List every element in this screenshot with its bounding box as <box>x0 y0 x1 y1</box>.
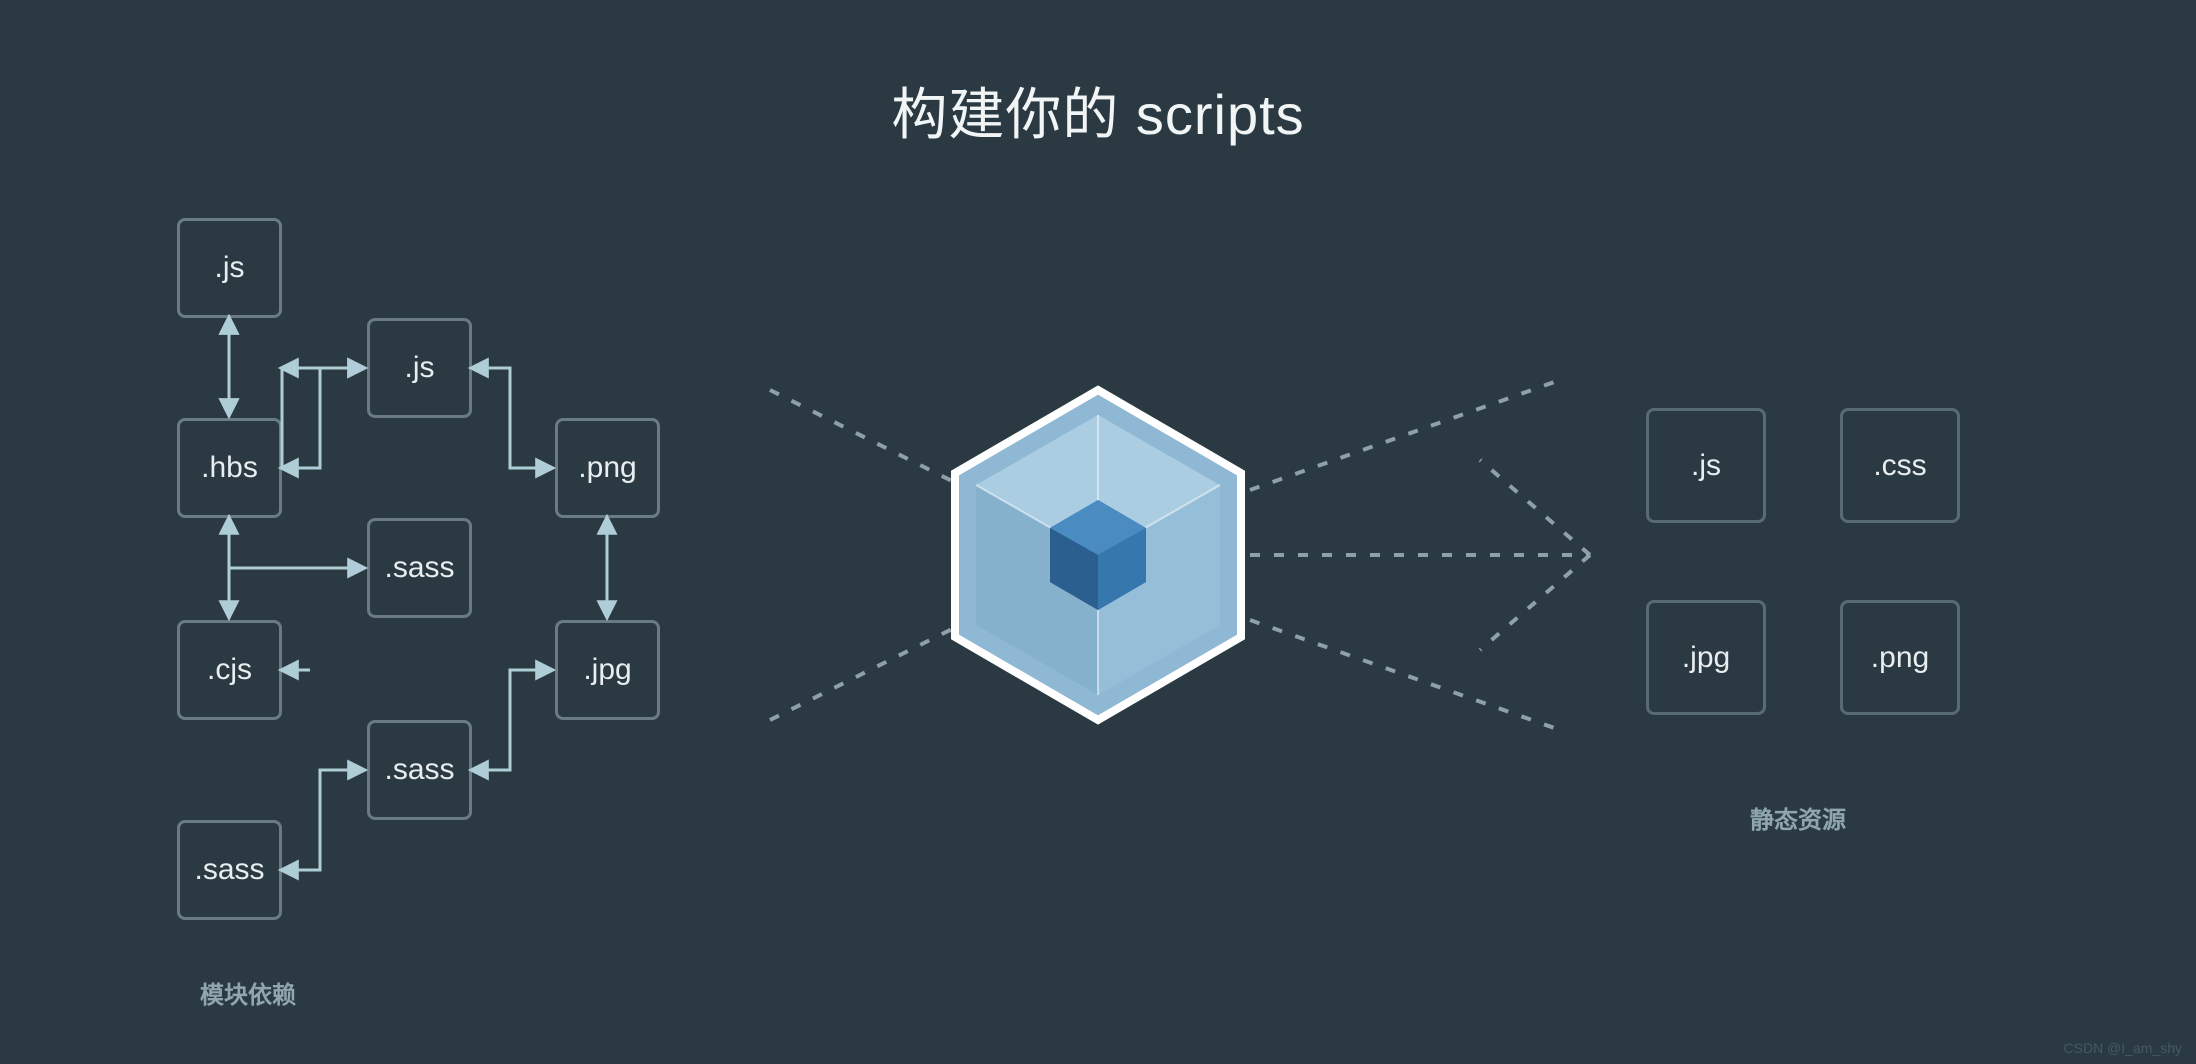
node-js-top: .js <box>177 218 282 318</box>
output-png: .png <box>1840 600 1960 715</box>
node-label: .sass <box>384 753 454 787</box>
node-label: .hbs <box>201 451 258 485</box>
diagram-svg-layer <box>0 0 2196 1064</box>
diagram-title: 构建你的 scripts <box>0 70 2196 151</box>
node-label: .css <box>1873 449 1926 483</box>
node-sass-1: .sass <box>367 518 472 618</box>
node-cjs: .cjs <box>177 620 282 720</box>
node-label: .sass <box>194 853 264 887</box>
node-js-2: .js <box>367 318 472 418</box>
output-jpg: .jpg <box>1646 600 1766 715</box>
output-css: .css <box>1840 408 1960 523</box>
node-hbs: .hbs <box>177 418 282 518</box>
node-sass-2: .sass <box>367 720 472 820</box>
node-label: .js <box>215 251 245 285</box>
node-label: .png <box>1871 641 1929 675</box>
node-label: .sass <box>384 551 454 585</box>
webpack-cube-icon <box>955 390 1241 720</box>
node-sass-3: .sass <box>177 820 282 920</box>
node-png: .png <box>555 418 660 518</box>
output-js: .js <box>1646 408 1766 523</box>
node-jpg: .jpg <box>555 620 660 720</box>
node-label: .cjs <box>207 653 252 687</box>
node-label: .jpg <box>583 653 631 687</box>
node-label: .js <box>405 351 435 385</box>
node-label: .js <box>1691 449 1721 483</box>
watermark: CSDN @I_am_shy <box>2064 1040 2182 1056</box>
right-section-label: 静态资源 <box>1750 800 1846 835</box>
node-label: .jpg <box>1682 641 1730 675</box>
left-section-label: 模块依赖 <box>200 975 296 1010</box>
node-label: .png <box>578 451 636 485</box>
